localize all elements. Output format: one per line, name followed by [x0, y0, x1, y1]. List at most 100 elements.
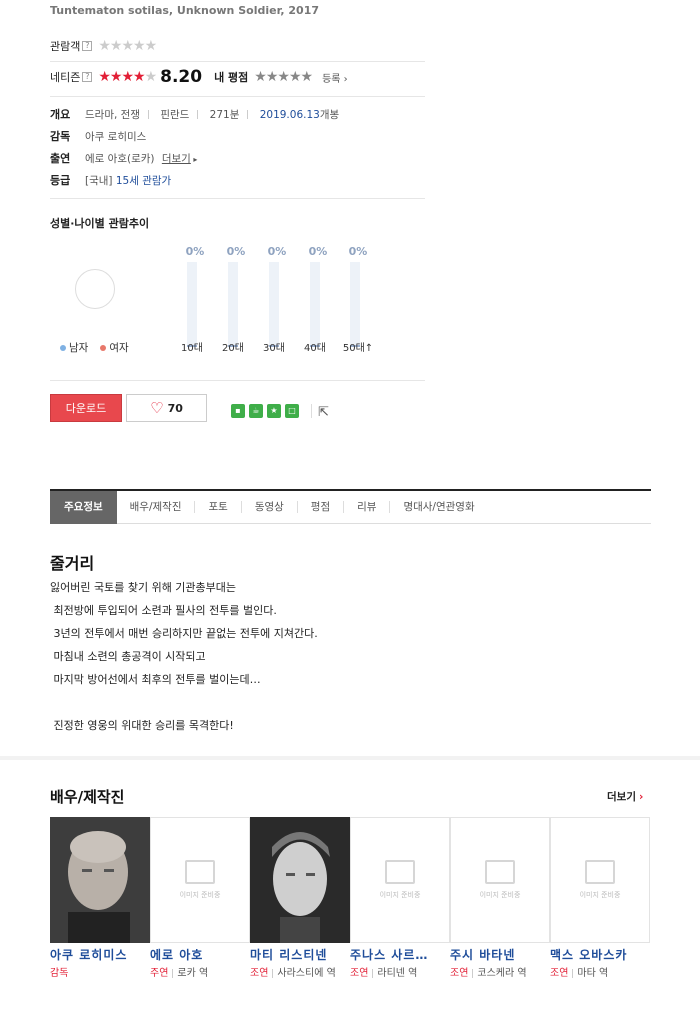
cast-card[interactable]: 이미지 준비중 맥스 오바스카 조연 마타 역 — [550, 817, 650, 982]
english-title: Tuntematon sotilas, Unknown Soldier, 201… — [50, 4, 319, 17]
synopsis-line: 3년의 전투에서 매번 승리하지만 끝없는 전투에 지쳐간다. — [50, 627, 318, 640]
tab-review[interactable]: 리뷰 — [344, 501, 391, 513]
person-role: 감독 — [50, 968, 69, 979]
age-pct-50: 0% — [348, 245, 368, 258]
cast-card[interactable]: 이미지 준비중 주시 바타넨 조연 코스케라 역 — [450, 817, 550, 982]
divider — [50, 198, 425, 199]
image-placeholder-icon — [585, 860, 615, 884]
section-separator — [0, 756, 700, 760]
netizen-label: 네티즌 — [50, 71, 81, 84]
tab-rating[interactable]: 평점 — [298, 501, 345, 513]
bookmark-star-icon[interactable]: ★ — [267, 404, 281, 418]
cast-more-link[interactable]: 더보기 — [162, 153, 191, 165]
person-name[interactable]: 아쿠 로히미스 — [50, 946, 150, 963]
synopsis-heading: 줄거리 — [50, 554, 95, 573]
age-label-50: 50대↑ — [342, 343, 374, 354]
cast-card[interactable]: 이미지 준비중 주나스 사르… 조연 라티넨 역 — [350, 817, 450, 982]
cast-card[interactable]: 아쿠 로히미스 감독 — [50, 817, 150, 982]
country[interactable]: 핀란드 — [160, 109, 189, 121]
synopsis-line: 마지막 방어선에서 최후의 전투를 벌이는데… — [50, 673, 261, 686]
person-name[interactable]: 에로 아호 — [150, 946, 250, 963]
help-icon[interactable]: ? — [82, 72, 93, 82]
person-name[interactable]: 맥스 오바스카 — [550, 946, 650, 963]
age-pct-30: 0% — [267, 245, 287, 258]
tab-cast-crew[interactable]: 배우/제작진 — [117, 501, 196, 513]
director-row: 감독 아쿠 로히미스 — [50, 128, 146, 144]
image-placeholder-icon — [385, 860, 415, 884]
share-icon[interactable]: ⇱ — [318, 405, 329, 420]
image-placeholder-icon — [185, 860, 215, 884]
cast-row: 출연 에로 아호(로카) 더보기 ▸ — [50, 152, 198, 165]
person-character: 마타 역 — [577, 968, 609, 979]
person-role: 조연 — [550, 968, 569, 979]
person-name[interactable]: 주시 바타넨 — [450, 946, 550, 963]
grade-country: [국내] — [85, 174, 113, 187]
photo-placeholder[interactable]: 이미지 준비중 — [150, 817, 250, 943]
grade-label: 등급 — [50, 174, 71, 187]
trend-title: 성별·나이별 관람추이 — [50, 217, 150, 230]
register-rating-link[interactable]: 등록 › — [322, 70, 348, 85]
cast-section-heading: 배우/제작진 — [50, 788, 125, 806]
download-button[interactable]: 다운로드 — [50, 394, 122, 422]
tab-quotes-related[interactable]: 명대사/연관영화 — [390, 501, 487, 513]
divider — [50, 61, 425, 62]
gender-legend: 남자 여자 — [60, 340, 129, 355]
synopsis-line: 최전방에 투입되어 소련과 필사의 전투를 벌인다. — [50, 604, 277, 617]
help-icon[interactable]: ? — [82, 41, 93, 51]
synopsis-line: 마침내 소련의 총공격이 시작되고 — [50, 650, 206, 663]
person-character: 라티넨 역 — [377, 968, 418, 979]
release-suffix: 개봉 — [319, 108, 340, 121]
overview-row: 개요 드라마, 전쟁 핀란드 271분 2019.06.13개봉 — [50, 106, 339, 122]
release-date[interactable]: 2019.06.13 — [260, 109, 320, 121]
like-count: 70 — [167, 401, 183, 415]
cafe-share-icon[interactable]: ☕ — [249, 404, 263, 418]
like-button[interactable]: ♡ 70 — [126, 394, 207, 422]
tab-photo[interactable]: 포토 — [195, 501, 242, 513]
age-label-10: 10대 — [181, 343, 203, 354]
divider — [50, 380, 425, 381]
cast-role: (로카) — [126, 152, 155, 165]
age-bar-20 — [228, 262, 238, 347]
director-label: 감독 — [50, 130, 71, 143]
photo-placeholder[interactable]: 이미지 준비중 — [550, 817, 650, 943]
blog-share-icon[interactable]: ▪ — [231, 404, 245, 418]
age-pct-40: 0% — [308, 245, 328, 258]
audience-stars: ★★★★★ — [98, 38, 157, 54]
age-pct-20: 0% — [226, 245, 246, 258]
legend-male: 남자 — [60, 340, 88, 355]
age-bar-50 — [350, 262, 360, 347]
photo-placeholder[interactable]: 이미지 준비중 — [450, 817, 550, 943]
tab-main-info[interactable]: 주요정보 — [50, 490, 117, 524]
netizen-rating-row: 네티즌 ? ★★★★★ 8.20 내 평점 ★★★★★ 등록 › — [50, 67, 348, 87]
person-photo[interactable] — [50, 817, 150, 943]
gender-donut — [75, 269, 115, 309]
cast-label: 출연 — [50, 152, 71, 165]
cast-card[interactable]: 이미지 준비중 에로 아호 주연 로카 역 — [150, 817, 250, 982]
cast-more-link[interactable]: 더보기 › — [607, 789, 643, 804]
age-bar-30 — [269, 262, 279, 347]
director-link[interactable]: 아쿠 로히미스 — [85, 129, 146, 144]
person-photo[interactable] — [250, 817, 350, 943]
photo-placeholder[interactable]: 이미지 준비중 — [350, 817, 450, 943]
my-rating-stars[interactable]: ★★★★★ — [254, 69, 313, 85]
legend-female: 여자 — [100, 340, 129, 355]
cast-card[interactable]: 마티 리스티넨 조연 사라스티에 역 — [250, 817, 350, 982]
person-name[interactable]: 주나스 사르… — [350, 946, 450, 963]
age-pct-10: 0% — [185, 245, 205, 258]
memo-share-icon[interactable]: □ — [285, 404, 299, 418]
age-label-40: 40대 — [304, 343, 326, 354]
person-character: 사라스티에 역 — [277, 968, 336, 979]
age-label-20: 20대 — [222, 343, 244, 354]
cast-link[interactable]: 에로 아호 — [85, 153, 127, 165]
genre[interactable]: 드라마, 전쟁 — [85, 109, 140, 121]
person-role: 조연 — [250, 968, 269, 979]
age-bar-10 — [187, 262, 197, 347]
runtime: 271분 — [209, 108, 240, 121]
age-label-30: 30대 — [263, 343, 285, 354]
grade-link[interactable]: 15세 관람가 — [116, 175, 171, 187]
overview-label: 개요 — [50, 108, 71, 121]
synopsis-line: 진정한 영웅의 위대한 승리를 목격한다! — [50, 719, 234, 732]
tab-video[interactable]: 동영상 — [242, 501, 298, 513]
person-name[interactable]: 마티 리스티넨 — [250, 946, 350, 963]
divider — [311, 404, 312, 418]
